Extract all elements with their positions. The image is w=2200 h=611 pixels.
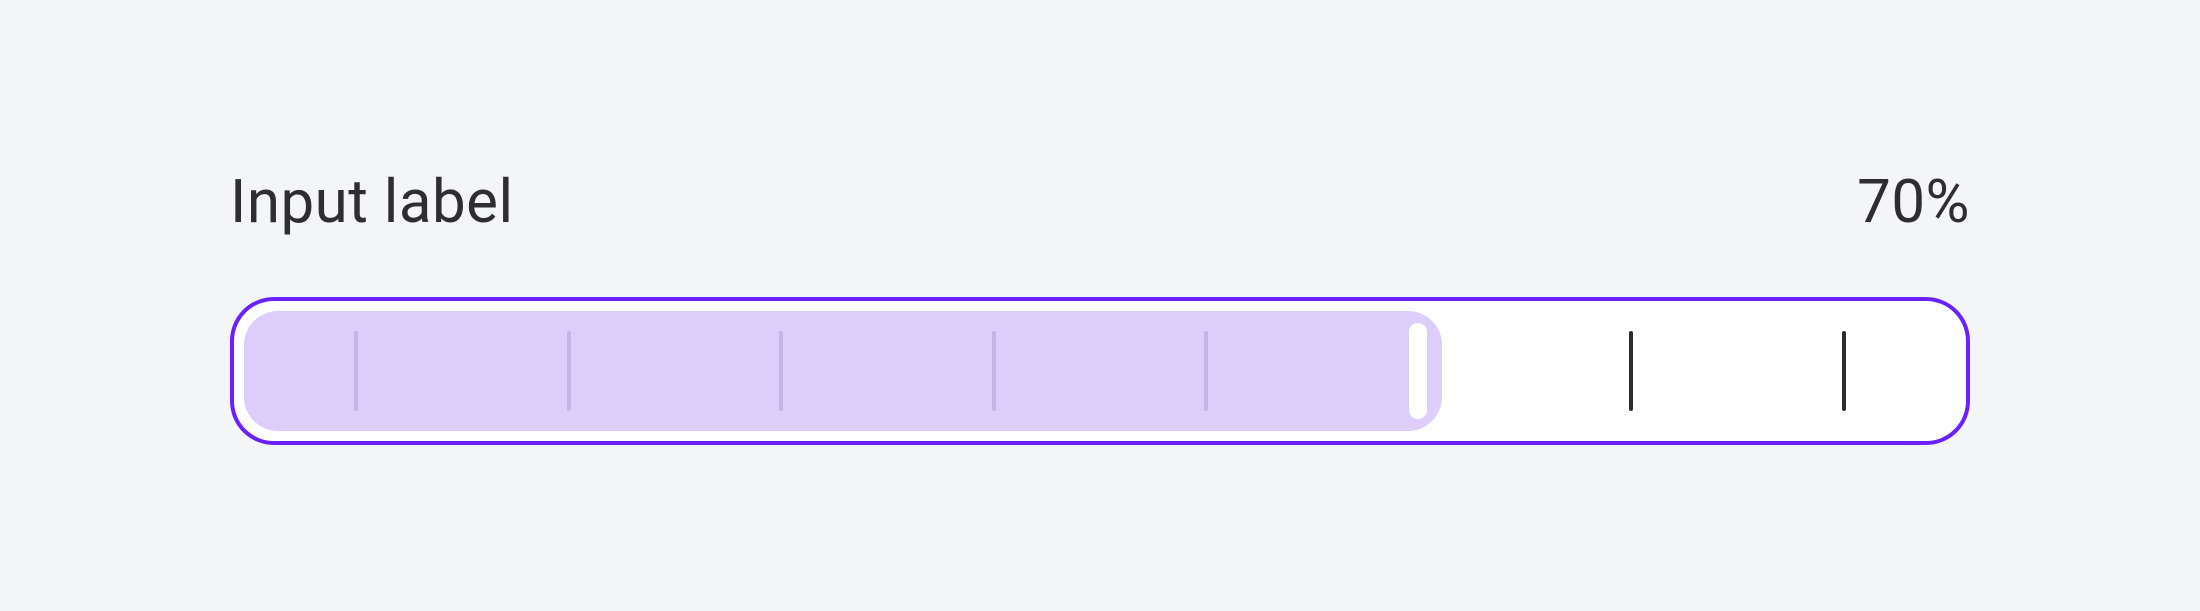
slider-component: Input label 70% xyxy=(230,166,1970,445)
tick xyxy=(1842,331,1846,411)
slider-fill xyxy=(244,311,1442,431)
tick xyxy=(1629,331,1633,411)
input-label: Input label xyxy=(230,166,514,237)
slider-handle[interactable] xyxy=(1409,323,1427,419)
slider-track[interactable] xyxy=(230,297,1970,445)
slider-value: 70% xyxy=(1857,166,1970,237)
label-row: Input label 70% xyxy=(230,166,1970,237)
